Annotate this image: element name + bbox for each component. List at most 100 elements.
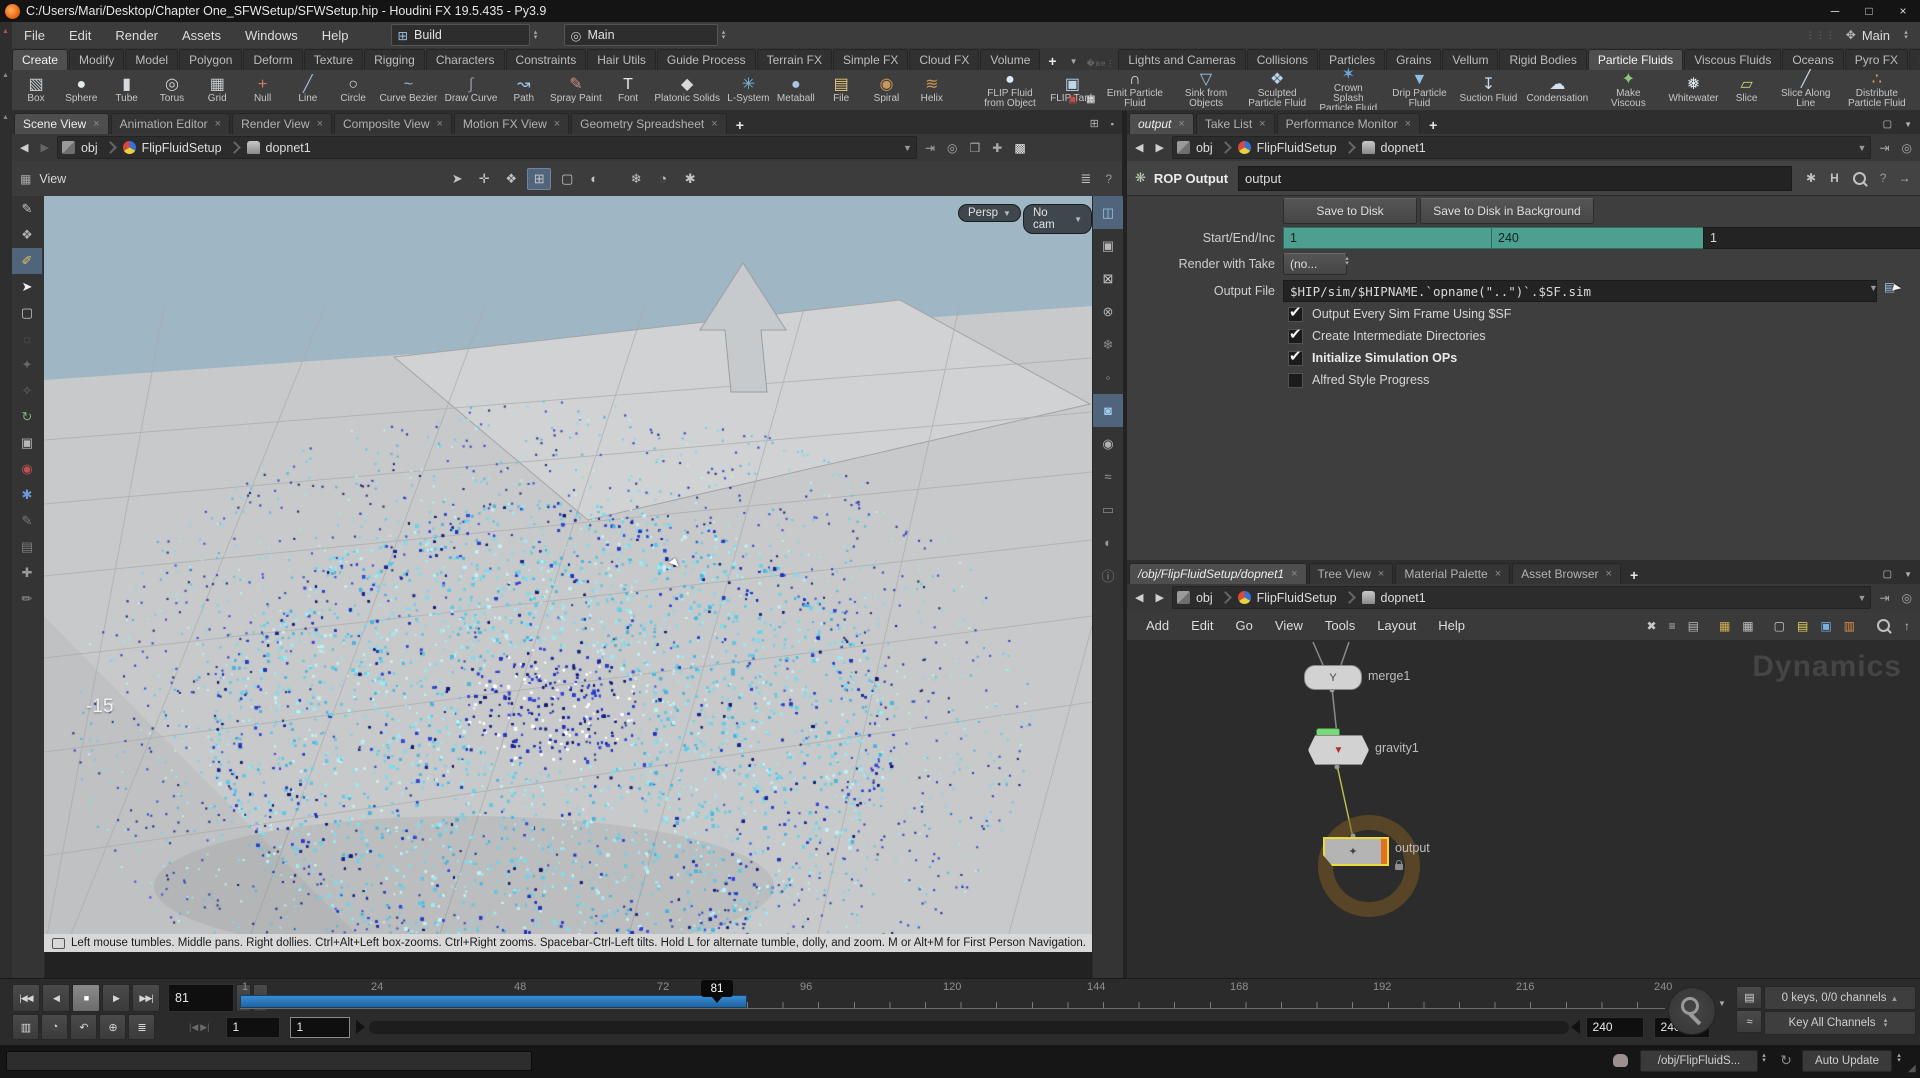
viewport-display-icon[interactable]: ⓘ: [1093, 559, 1123, 592]
color-palette-icon[interactable]: ▦: [1719, 619, 1730, 633]
checkbox[interactable]: ✔: [1288, 351, 1303, 366]
close-tab-icon[interactable]: ×: [1495, 568, 1501, 580]
menu-item[interactable]: Edit: [57, 22, 103, 48]
right-main-selector[interactable]: ✥ Main: [1836, 28, 1900, 43]
close-tab-icon[interactable]: ×: [215, 118, 221, 130]
viewport-display-icon[interactable]: ≈: [1093, 460, 1123, 493]
main-view-selector[interactable]: ◎ Main: [564, 24, 718, 46]
close-tab-icon[interactable]: ×: [317, 118, 323, 130]
next-key-icon[interactable]: ▶|: [200, 1022, 209, 1033]
shelf-tool[interactable]: ~ Curve Bezier: [377, 75, 441, 105]
background-image-icon[interactable]: ▣: [1820, 619, 1831, 633]
viewport-display-icon[interactable]: ◐: [1093, 526, 1123, 559]
shelf-tool[interactable]: ╱ Slice Along Line: [1772, 70, 1840, 110]
set-key-button[interactable]: [1668, 987, 1716, 1035]
shelf-tab[interactable]: Rigging: [364, 49, 425, 70]
viewport-tool-icon[interactable]: ✎: [12, 196, 42, 222]
resize-grip[interactable]: ◢: [1908, 1063, 1916, 1074]
shelf-tab[interactable]: Simple FX: [833, 49, 908, 70]
clock-icon[interactable]: ⊕: [99, 1014, 126, 1040]
pane-menu-icon[interactable]: ▼: [1896, 120, 1920, 134]
take-selector[interactable]: (no...: [1283, 253, 1347, 275]
increment-field[interactable]: 1: [1703, 227, 1920, 249]
hscript-icon[interactable]: H: [1830, 171, 1839, 185]
maximize-button[interactable]: □: [1852, 1, 1886, 21]
shelf-tool[interactable]: ↝ Path: [502, 75, 546, 105]
close-tab-icon[interactable]: ×: [711, 118, 717, 130]
network-menu-item[interactable]: Help: [1427, 613, 1476, 639]
help-icon[interactable]: ?: [1105, 172, 1112, 186]
close-tab-icon[interactable]: ×: [93, 118, 99, 130]
shelf-scroll-arrow[interactable]: ▲: [2, 28, 9, 35]
viewport-tool-icon[interactable]: ◉: [12, 456, 42, 482]
update-arrow-icon[interactable]: ↑: [1904, 619, 1910, 633]
shelf-tool[interactable]: ≋ Helix: [910, 75, 954, 105]
range-slider-right-handle[interactable]: [1571, 1020, 1580, 1034]
pane-scroll-arrow[interactable]: ▲: [2, 114, 9, 121]
new-pane-tab-button[interactable]: +: [1623, 566, 1645, 584]
network-path[interactable]: obj FlipFluidSetup dopnet1 ▼: [1172, 586, 1872, 609]
network-editor-canvas[interactable]: Dynamics Y merge1 ▼ gravity1 ✦ output: [1127, 640, 1920, 978]
play-button[interactable]: ▶: [102, 984, 130, 1012]
viewport-tool-icon[interactable]: ▢: [12, 300, 42, 326]
close-tab-icon[interactable]: ×: [436, 118, 442, 130]
shelf-tool[interactable]: + Null: [241, 75, 285, 105]
desktop-selector[interactable]: ⊞ Build: [391, 24, 530, 46]
forward-icon[interactable]: ▶: [1151, 141, 1167, 154]
pane-tab[interactable]: Material Palette ×: [1395, 563, 1510, 584]
pane-tab[interactable]: Tree View ×: [1309, 563, 1394, 584]
end-frame-field[interactable]: 240: [1491, 227, 1712, 249]
range-start2-field[interactable]: 1: [290, 1017, 350, 1038]
shelf-tool[interactable]: ∩ Emit Particle Fluid: [1101, 70, 1169, 110]
pane-menu-icon[interactable]: ▼: [1896, 570, 1920, 584]
refresh-icon[interactable]: ↻: [1776, 1050, 1796, 1070]
pane-tab[interactable]: /obj/FlipFluidSetup/dopnet1 ×: [1129, 563, 1307, 584]
viewport-tool-icon[interactable]: ✦: [12, 352, 42, 378]
shelf-tab[interactable]: Characters: [426, 49, 505, 70]
pin-icon[interactable]: ⇥: [1875, 141, 1893, 155]
viewport-display-icon[interactable]: ◙: [1093, 394, 1123, 427]
close-tab-icon[interactable]: ×: [1606, 568, 1612, 580]
viewport-tool-icon[interactable]: ❖: [12, 222, 42, 248]
stopwatch-icon[interactable]: ◔: [652, 169, 674, 189]
go-start-button[interactable]: |◀◀: [12, 984, 40, 1012]
node-label[interactable]: merge1: [1368, 669, 1410, 683]
snap-grid-icon[interactable]: ⊞: [527, 168, 551, 190]
playhead[interactable]: 81: [701, 980, 733, 997]
notes-icon[interactable]: ▤: [1797, 619, 1808, 633]
marquee-icon[interactable]: ▢: [556, 169, 578, 189]
viewport-display-icon[interactable]: ⊠: [1093, 262, 1123, 295]
shelf-tool[interactable]: ✎ Spray Paint: [547, 75, 605, 105]
menu-item[interactable]: Help: [310, 22, 361, 48]
display-icon[interactable]: ▦: [1086, 94, 1095, 105]
animation-curve-icon[interactable]: ≈: [1736, 1010, 1762, 1033]
shelf-tool[interactable]: ▦ Grid: [195, 75, 239, 105]
menu-item[interactable]: Render: [103, 22, 170, 48]
viewport-display-icon[interactable]: ▣: [1093, 229, 1123, 262]
network-menu-item[interactable]: Add: [1135, 613, 1180, 639]
color-swatch-icon[interactable]: ▩: [1010, 141, 1029, 155]
prev-key-icon[interactable]: |◀: [189, 1022, 198, 1033]
pin-icon[interactable]: ⇥: [1875, 591, 1893, 605]
back-icon[interactable]: ◀: [1131, 591, 1147, 604]
shelf-tool[interactable]: ▮ Tube: [105, 75, 149, 105]
keys-summary-button[interactable]: 0 keys, 0/0 channels▲: [1764, 986, 1916, 1010]
viewport-tool-icon[interactable]: ➤: [12, 274, 42, 300]
viewport-tool-icon[interactable]: ✧: [12, 378, 42, 404]
shelf-tab[interactable]: Create: [12, 49, 68, 70]
shelf-scroll-arrow[interactable]: ▲: [2, 72, 9, 79]
shelf-tool[interactable]: ✦ Make Viscous: [1594, 70, 1662, 110]
desktop-spinner[interactable]: ▴▾: [530, 30, 542, 40]
keyframe-scope-icon[interactable]: ▤: [1736, 986, 1762, 1009]
shelf-tool[interactable]: ◉ Spiral: [864, 75, 908, 105]
network-menu-item[interactable]: Edit: [1180, 613, 1224, 639]
follow-icon[interactable]: ◎: [943, 141, 961, 155]
tick-display-icon[interactable]: ≣: [128, 1014, 155, 1040]
pane-tab[interactable]: Scene View ×: [14, 113, 109, 134]
close-tab-icon[interactable]: ×: [554, 118, 560, 130]
shelf-tool[interactable]: ▱ Slice: [1725, 75, 1769, 105]
shelf-tool[interactable]: ● FLIP Fluid from Object: [976, 70, 1044, 110]
update-mode-spinner[interactable]: ▴▾: [1893, 1053, 1905, 1063]
node-label[interactable]: output: [1395, 841, 1430, 855]
new-pane-tab-button[interactable]: +: [729, 116, 751, 134]
